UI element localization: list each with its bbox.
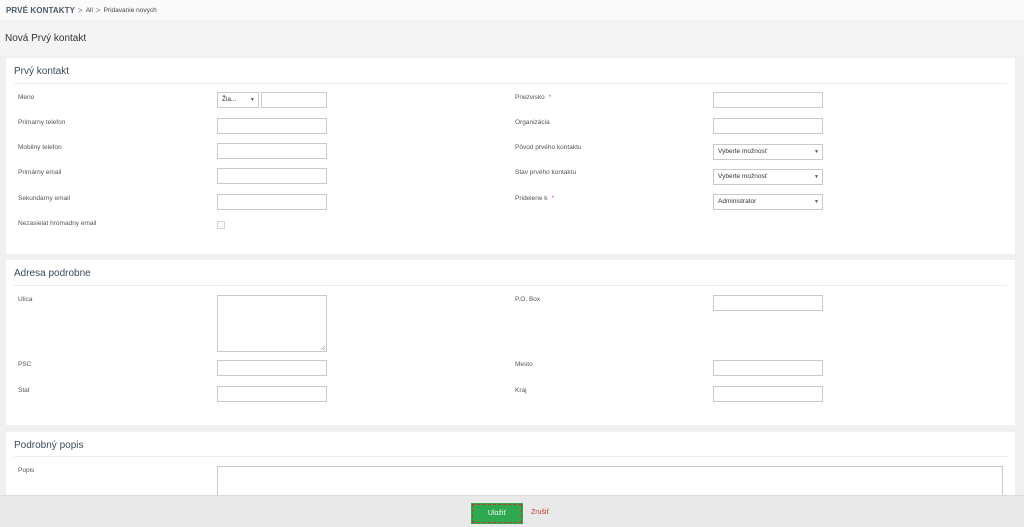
last-name-input[interactable]: [713, 92, 823, 108]
city-input[interactable]: [713, 360, 823, 376]
lead-source-value: Vyberte možnosť: [718, 148, 768, 155]
lead-status-value: Vyberte možnosť: [718, 173, 768, 180]
meno-label: Meno: [18, 94, 35, 101]
mobile-phone-input[interactable]: [217, 143, 327, 159]
salutation-select[interactable]: Žia... ▼: [217, 92, 259, 108]
priezvisko-label: Priezvisko *: [515, 94, 551, 101]
psc-label: PSC: [18, 361, 32, 368]
povod-label: Pôvod prvého kontaktu: [515, 144, 582, 151]
required-mark: *: [551, 195, 555, 202]
primarny-email-label: Primárny email: [18, 169, 62, 176]
required-mark: *: [548, 94, 552, 101]
page-header: Nová Prvý kontakt: [0, 20, 1024, 56]
chevron-right-icon: >: [78, 5, 83, 15]
pobox-input[interactable]: [713, 295, 823, 311]
mobilny-telefon-label: Mobilny telefon: [18, 144, 62, 151]
sekundarny-email-label: Sekundarny email: [18, 195, 71, 202]
popis-label: Popis: [18, 467, 35, 474]
caret-down-icon: ▼: [814, 199, 819, 205]
organization-input[interactable]: [713, 118, 823, 134]
organizacia-label: Organizácia: [515, 119, 550, 126]
assigned-to-select[interactable]: Administrator ▼: [713, 194, 823, 210]
breadcrumb-module[interactable]: PRVÉ KONTAKTY: [6, 6, 75, 15]
stat-label: Stat: [18, 387, 30, 394]
country-input[interactable]: [217, 386, 327, 402]
pobox-label: P.O. Box: [515, 296, 541, 303]
primary-phone-input[interactable]: [217, 118, 327, 134]
primary-email-input[interactable]: [217, 168, 327, 184]
postal-code-input[interactable]: [217, 360, 327, 376]
section-title: Prvý kontakt: [14, 66, 70, 77]
caret-down-icon: ▼: [814, 174, 819, 180]
lead-source-select[interactable]: Vyberte možnosť ▼: [713, 144, 823, 160]
first-name-input[interactable]: [261, 92, 327, 108]
section-description: Podrobný popis Popis: [6, 432, 1015, 506]
divider: [14, 285, 1007, 286]
save-button[interactable]: Uložiť: [471, 503, 523, 524]
salutation-value: Žia...: [222, 96, 237, 103]
kraj-label: Kraj: [515, 387, 527, 394]
priezvisko-label-text: Priezvisko: [515, 94, 545, 101]
chevron-right-icon: >: [95, 5, 101, 15]
cancel-link[interactable]: Zrušiť: [531, 509, 549, 516]
lead-status-select[interactable]: Vyberte možnosť ▼: [713, 169, 823, 185]
section-title: Adresa podrobne: [14, 268, 91, 279]
secondary-email-input[interactable]: [217, 194, 327, 210]
street-textarea[interactable]: [217, 295, 327, 352]
section-title: Podrobný popis: [14, 440, 84, 451]
breadcrumb-action: Pridavanie novych: [103, 6, 157, 14]
breadcrumb: PRVÉ KONTAKTY > All > Pridavanie novych: [0, 0, 1024, 21]
page-title: Nová Prvý kontakt: [5, 33, 87, 44]
form-footer: Uložiť Zrušiť: [0, 495, 1024, 527]
stav-label: Stav prvého kontaktu: [515, 169, 577, 176]
email-opt-out-checkbox[interactable]: [217, 221, 225, 229]
state-input[interactable]: [713, 386, 823, 402]
ulica-label: Ulica: [18, 296, 33, 303]
divider: [14, 83, 1007, 84]
nezasielat-label: Nezasielat hromadny email: [18, 220, 97, 227]
section-contact: Prvý kontakt Meno Žia... ▼ Priezvisko * P…: [6, 58, 1015, 254]
divider: [14, 456, 1007, 457]
section-address: Adresa podrobne Ulica P.O. Box PSC Mesto…: [6, 260, 1015, 425]
mesto-label: Mesto: [515, 361, 533, 368]
pridelene-label: Pridelene k *: [515, 195, 554, 202]
resize-grip-icon[interactable]: [320, 345, 325, 350]
caret-down-icon: ▼: [250, 97, 255, 103]
breadcrumb-filter[interactable]: All: [86, 7, 93, 14]
pridelene-label-text: Pridelene k: [515, 195, 548, 202]
primarny-telefon-label: Primarny telefon: [18, 119, 66, 126]
caret-down-icon: ▼: [814, 149, 819, 155]
assigned-to-value: Administrator: [718, 198, 757, 205]
